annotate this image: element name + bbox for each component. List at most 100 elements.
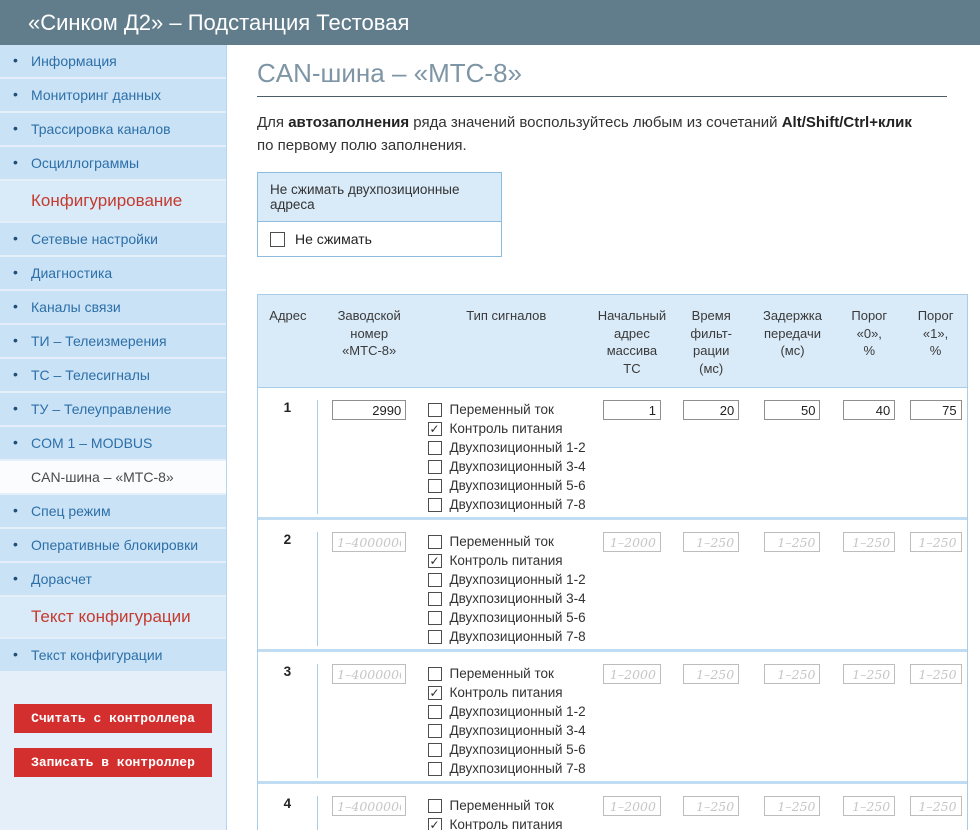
sidebar-item[interactable]: •ТИ – Телеизмерения <box>0 325 226 357</box>
threshold-0-input[interactable] <box>843 532 895 552</box>
sidebar-item[interactable]: •Текст конфигурации <box>0 639 226 671</box>
sidebar-item[interactable]: •Трассировка каналов <box>0 113 226 145</box>
threshold-1-input[interactable] <box>910 400 962 420</box>
signal-type-checkbox[interactable]: ✓ <box>428 686 442 700</box>
signal-type-label: Двухпозиционный 3-4 <box>450 723 586 738</box>
sidebar-item[interactable]: •ТС – Телесигналы <box>0 359 226 391</box>
start-address-input[interactable] <box>603 664 661 684</box>
signal-type-option: Двухпозиционный 1-2 <box>428 702 593 721</box>
signal-type-checkbox[interactable] <box>428 705 442 719</box>
threshold-1-input-cell <box>904 664 967 778</box>
column-header-send-delay: Задержка передачи (мс) <box>751 307 835 377</box>
signal-type-option: Переменный ток <box>428 796 593 815</box>
bullet-icon: • <box>13 264 18 280</box>
send-delay-input-cell <box>751 796 835 830</box>
filter-time-input[interactable] <box>683 664 739 684</box>
sidebar-item-label: Дорасчет <box>31 571 92 587</box>
start-address-input[interactable] <box>603 796 661 816</box>
sidebar-item[interactable]: •Осциллограммы <box>0 147 226 179</box>
sidebar-item[interactable]: •Спец режим <box>0 495 226 527</box>
sidebar-item[interactable]: •Оперативные блокировки <box>0 529 226 561</box>
signal-type-checkbox[interactable] <box>428 403 442 417</box>
app-header: «Синком Д2» – Подстанция Тестовая <box>0 0 980 45</box>
signal-type-option: ✓Контроль питания <box>428 551 593 570</box>
factory-number-input[interactable] <box>332 796 406 816</box>
signal-type-checkbox[interactable] <box>428 535 442 549</box>
signal-type-option: Двухпозиционный 5-6 <box>428 740 593 759</box>
signal-type-checkbox[interactable] <box>428 573 442 587</box>
signal-type-checkbox[interactable] <box>428 762 442 776</box>
factory-number-input[interactable] <box>332 400 406 420</box>
signal-type-checkbox[interactable] <box>428 667 442 681</box>
table-body: 1Переменный ток✓Контроль питанияДвухпози… <box>258 388 967 830</box>
table-row: 4Переменный ток✓Контроль питанияДвухпози… <box>258 781 967 830</box>
threshold-0-input[interactable] <box>843 400 895 420</box>
signal-type-checkbox[interactable] <box>428 460 442 474</box>
signal-type-checkbox[interactable] <box>428 724 442 738</box>
filter-time-input[interactable] <box>683 400 739 420</box>
threshold-1-input[interactable] <box>910 796 962 816</box>
start-address-input[interactable] <box>603 400 661 420</box>
sidebar-item[interactable]: •Мониторинг данных <box>0 79 226 111</box>
signal-type-checkbox[interactable] <box>428 799 442 813</box>
signal-type-label: Двухпозиционный 5-6 <box>450 478 586 493</box>
no-compress-checkbox[interactable] <box>270 232 285 247</box>
signal-type-option: Двухпозиционный 7-8 <box>428 759 593 778</box>
send-delay-input[interactable] <box>764 400 820 420</box>
signal-type-checkbox[interactable]: ✓ <box>428 818 442 830</box>
threshold-0-input-cell <box>834 532 904 646</box>
send-delay-input[interactable] <box>764 532 820 552</box>
intro-bold-autofill: автозаполнения <box>288 114 409 131</box>
signal-type-checkbox[interactable] <box>428 630 442 644</box>
row-address: 4 <box>258 796 318 830</box>
signal-type-label: Переменный ток <box>450 798 554 813</box>
intro-part-1: Для <box>257 114 288 131</box>
threshold-0-input[interactable] <box>843 664 895 684</box>
signal-type-checkbox[interactable] <box>428 592 442 606</box>
filter-time-input[interactable] <box>683 796 739 816</box>
send-delay-input-cell <box>751 532 835 646</box>
factory-number-input[interactable] <box>332 664 406 684</box>
threshold-0-input[interactable] <box>843 796 895 816</box>
start-address-input[interactable] <box>603 532 661 552</box>
send-delay-input[interactable] <box>764 796 820 816</box>
signal-types-cell: Переменный ток✓Контроль питанияДвухпозиц… <box>421 664 593 778</box>
send-delay-input[interactable] <box>764 664 820 684</box>
signal-type-label: Контроль питания <box>450 685 563 700</box>
signal-type-label: Переменный ток <box>450 402 554 417</box>
factory-number-input[interactable] <box>332 532 406 552</box>
intro-bold-shortcut: Alt/Shift/Ctrl+клик <box>782 114 912 131</box>
table-row: 1Переменный ток✓Контроль питанияДвухпози… <box>258 388 967 517</box>
sidebar-item[interactable]: •ТУ – Телеуправление <box>0 393 226 425</box>
signal-type-checkbox[interactable] <box>428 498 442 512</box>
sidebar-item[interactable]: •Сетевые настройки <box>0 223 226 255</box>
page-title: CAN-шина – «МТС-8» <box>257 58 947 97</box>
sidebar: • Информация •Мониторинг данных•Трассировк… <box>0 45 227 830</box>
bullet-icon: • <box>13 52 18 68</box>
signal-type-checkbox[interactable] <box>428 441 442 455</box>
threshold-1-input[interactable] <box>910 532 962 552</box>
write-to-controller-button[interactable]: Записать в контроллер <box>14 748 212 777</box>
sidebar-item-active[interactable]: CAN-шина – «МТС-8» <box>0 461 226 493</box>
filter-time-input-cell <box>672 796 751 830</box>
signal-type-label: Двухпозиционный 1-2 <box>450 572 586 587</box>
column-header-address: Адрес <box>258 307 318 377</box>
signal-type-checkbox[interactable] <box>428 743 442 757</box>
bullet-icon: • <box>13 86 18 102</box>
sidebar-item[interactable]: •COM 1 – MODBUS <box>0 427 226 459</box>
sidebar-item-label: Информация <box>31 53 117 69</box>
signal-type-checkbox[interactable] <box>428 479 442 493</box>
sidebar-item[interactable]: • Информация <box>0 45 226 77</box>
signal-type-label: Двухпозиционный 7-8 <box>450 497 586 512</box>
sidebar-item-label: Сетевые настройки <box>31 231 158 247</box>
signal-type-checkbox[interactable]: ✓ <box>428 422 442 436</box>
signal-type-checkbox[interactable] <box>428 611 442 625</box>
sidebar-item[interactable]: •Диагностика <box>0 257 226 289</box>
sidebar-item[interactable]: •Дорасчет <box>0 563 226 595</box>
filter-time-input[interactable] <box>683 532 739 552</box>
sidebar-item[interactable]: •Каналы связи <box>0 291 226 323</box>
signal-type-checkbox[interactable]: ✓ <box>428 554 442 568</box>
threshold-1-input[interactable] <box>910 664 962 684</box>
no-compress-label: Не сжимать <box>295 231 372 247</box>
read-from-controller-button[interactable]: Считать с контроллера <box>14 704 212 733</box>
